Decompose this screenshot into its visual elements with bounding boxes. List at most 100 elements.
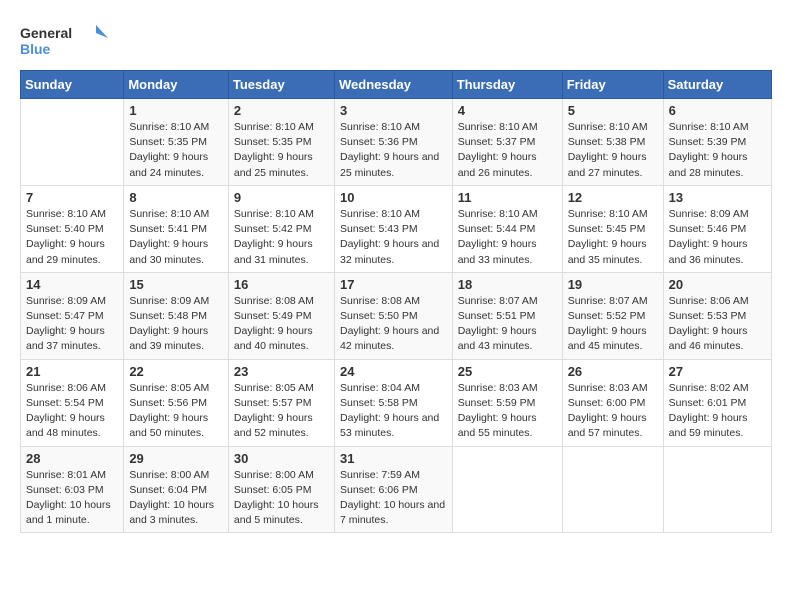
calendar-cell: 12 Sunrise: 8:10 AMSunset: 5:45 PMDayligh… xyxy=(562,185,663,272)
day-info: Sunrise: 8:06 AMSunset: 5:53 PMDaylight:… xyxy=(669,294,766,355)
day-number: 6 xyxy=(669,103,766,118)
calendar-cell: 6Sunrise: 8:10 AMSunset: 5:39 PMDaylight… xyxy=(663,99,771,186)
day-info: Sunrise: 8:09 AMSunset: 5:46 PMDaylight:… xyxy=(669,207,766,268)
calendar-cell: 22Sunrise: 8:05 AMSunset: 5:56 PMDayligh… xyxy=(124,359,229,446)
calendar-cell: 20Sunrise: 8:06 AMSunset: 5:53 PMDayligh… xyxy=(663,272,771,359)
day-header-sunday: Sunday xyxy=(21,71,124,99)
calendar-cell: 23 Sunrise: 8:05 AMSunset: 5:57 PMDayligh… xyxy=(228,359,334,446)
day-info: Sunrise: 8:00 AMSunset: 6:05 PMDaylight:… xyxy=(234,468,329,529)
day-number: 9 xyxy=(234,190,329,205)
day-number: 17 xyxy=(340,277,447,292)
day-number: 19 xyxy=(568,277,658,292)
calendar-cell xyxy=(452,446,562,533)
day-info: Sunrise: 8:05 AMSunset: 5:57 PMDaylight:… xyxy=(234,381,329,442)
day-number: 25 xyxy=(458,364,557,379)
day-info: Sunrise: 7:59 AMSunset: 6:06 PMDaylight:… xyxy=(340,468,447,529)
day-info: Sunrise: 8:10 AMSunset: 5:45 PMDaylight:… xyxy=(568,207,658,268)
day-number: 4 xyxy=(458,103,557,118)
day-info: Sunrise: 8:03 AMSunset: 5:59 PMDaylight:… xyxy=(458,381,557,442)
day-info: Sunrise: 8:06 AMSunset: 5:54 PMDaylight:… xyxy=(26,381,118,442)
day-number: 1 xyxy=(129,103,223,118)
calendar-cell: 31Sunrise: 7:59 AMSunset: 6:06 PMDayligh… xyxy=(334,446,452,533)
day-number: 14 xyxy=(26,277,118,292)
logo: General Blue xyxy=(20,20,110,60)
calendar-cell: 15Sunrise: 8:09 AMSunset: 5:48 PMDayligh… xyxy=(124,272,229,359)
day-info: Sunrise: 8:07 AMSunset: 5:52 PMDaylight:… xyxy=(568,294,658,355)
calendar-cell: 1Sunrise: 8:10 AMSunset: 5:35 PMDaylight… xyxy=(124,99,229,186)
day-info: Sunrise: 8:08 AMSunset: 5:50 PMDaylight:… xyxy=(340,294,447,355)
day-info: Sunrise: 8:00 AMSunset: 6:04 PMDaylight:… xyxy=(129,468,223,529)
day-info: Sunrise: 8:10 AMSunset: 5:41 PMDaylight:… xyxy=(129,207,223,268)
calendar-cell: 25 Sunrise: 8:03 AMSunset: 5:59 PMDayligh… xyxy=(452,359,562,446)
day-info: Sunrise: 8:10 AMSunset: 5:38 PMDaylight:… xyxy=(568,120,658,181)
day-number: 8 xyxy=(129,190,223,205)
day-info: Sunrise: 8:10 AMSunset: 5:42 PMDaylight:… xyxy=(234,207,329,268)
calendar-cell: 17 Sunrise: 8:08 AMSunset: 5:50 PMDayligh… xyxy=(334,272,452,359)
calendar-header-row: SundayMondayTuesdayWednesdayThursdayFrid… xyxy=(21,71,772,99)
calendar-cell: 21 Sunrise: 8:06 AMSunset: 5:54 PMDayligh… xyxy=(21,359,124,446)
calendar-cell: 24 Sunrise: 8:04 AMSunset: 5:58 PMDayligh… xyxy=(334,359,452,446)
day-info: Sunrise: 8:09 AMSunset: 5:48 PMDaylight:… xyxy=(129,294,223,355)
calendar-cell: 18 Sunrise: 8:07 AMSunset: 5:51 PMDayligh… xyxy=(452,272,562,359)
day-number: 13 xyxy=(669,190,766,205)
day-number: 30 xyxy=(234,451,329,466)
day-info: Sunrise: 8:09 AMSunset: 5:47 PMDaylight:… xyxy=(26,294,118,355)
day-info: Sunrise: 8:10 AMSunset: 5:36 PMDaylight:… xyxy=(340,120,447,181)
calendar-cell: 13 Sunrise: 8:09 AMSunset: 5:46 PMDayligh… xyxy=(663,185,771,272)
day-info: Sunrise: 8:10 AMSunset: 5:35 PMDaylight:… xyxy=(234,120,329,181)
day-number: 27 xyxy=(669,364,766,379)
calendar-cell: 26 Sunrise: 8:03 AMSunset: 6:00 PMDayligh… xyxy=(562,359,663,446)
day-header-monday: Monday xyxy=(124,71,229,99)
day-info: Sunrise: 8:10 AMSunset: 5:44 PMDaylight:… xyxy=(458,207,557,268)
calendar-week-4: 21 Sunrise: 8:06 AMSunset: 5:54 PMDayligh… xyxy=(21,359,772,446)
calendar-table: SundayMondayTuesdayWednesdayThursdayFrid… xyxy=(20,70,772,533)
calendar-cell: 19 Sunrise: 8:07 AMSunset: 5:52 PMDayligh… xyxy=(562,272,663,359)
calendar-week-1: 1 Sunrise: 8:10 AMSunset: 5:35 PMDaylight… xyxy=(21,99,772,186)
calendar-cell: 7 Sunrise: 8:10 AMSunset: 5:40 PMDaylight… xyxy=(21,185,124,272)
calendar-cell: 11 Sunrise: 8:10 AMSunset: 5:44 PMDayligh… xyxy=(452,185,562,272)
day-info: Sunrise: 8:08 AMSunset: 5:49 PMDaylight:… xyxy=(234,294,329,355)
svg-text:Blue: Blue xyxy=(20,41,51,57)
day-header-wednesday: Wednesday xyxy=(334,71,452,99)
day-info: Sunrise: 8:01 AMSunset: 6:03 PMDaylight:… xyxy=(26,468,118,529)
calendar-cell: 28 Sunrise: 8:01 AMSunset: 6:03 PMDayligh… xyxy=(21,446,124,533)
calendar-cell: 2Sunrise: 8:10 AMSunset: 5:35 PMDaylight… xyxy=(228,99,334,186)
day-header-thursday: Thursday xyxy=(452,71,562,99)
logo-svg: General Blue xyxy=(20,20,110,60)
day-number: 28 xyxy=(26,451,118,466)
calendar-week-5: 28 Sunrise: 8:01 AMSunset: 6:03 PMDayligh… xyxy=(21,446,772,533)
day-number: 16 xyxy=(234,277,329,292)
day-number: 24 xyxy=(340,364,447,379)
calendar-cell: 10 Sunrise: 8:10 AMSunset: 5:43 PMDayligh… xyxy=(334,185,452,272)
day-info: Sunrise: 8:02 AMSunset: 6:01 PMDaylight:… xyxy=(669,381,766,442)
calendar-cell: 30 Sunrise: 8:00 AMSunset: 6:05 PMDayligh… xyxy=(228,446,334,533)
calendar-cell: 8 Sunrise: 8:10 AMSunset: 5:41 PMDaylight… xyxy=(124,185,229,272)
day-number: 18 xyxy=(458,277,557,292)
calendar-cell: 9 Sunrise: 8:10 AMSunset: 5:42 PMDaylight… xyxy=(228,185,334,272)
calendar-cell: 4 Sunrise: 8:10 AMSunset: 5:37 PMDaylight… xyxy=(452,99,562,186)
day-info: Sunrise: 8:10 AMSunset: 5:43 PMDaylight:… xyxy=(340,207,447,268)
day-number: 10 xyxy=(340,190,447,205)
day-number: 26 xyxy=(568,364,658,379)
calendar-cell xyxy=(21,99,124,186)
day-info: Sunrise: 8:07 AMSunset: 5:51 PMDaylight:… xyxy=(458,294,557,355)
calendar-cell: 14 Sunrise: 8:09 AMSunset: 5:47 PMDayligh… xyxy=(21,272,124,359)
day-number: 29 xyxy=(129,451,223,466)
day-number: 21 xyxy=(26,364,118,379)
header: General Blue xyxy=(20,20,772,60)
calendar-cell: 16 Sunrise: 8:08 AMSunset: 5:49 PMDayligh… xyxy=(228,272,334,359)
day-info: Sunrise: 8:03 AMSunset: 6:00 PMDaylight:… xyxy=(568,381,658,442)
day-number: 7 xyxy=(26,190,118,205)
day-number: 12 xyxy=(568,190,658,205)
day-number: 11 xyxy=(458,190,557,205)
day-info: Sunrise: 8:04 AMSunset: 5:58 PMDaylight:… xyxy=(340,381,447,442)
day-number: 5 xyxy=(568,103,658,118)
day-info: Sunrise: 8:10 AMSunset: 5:40 PMDaylight:… xyxy=(26,207,118,268)
day-info: Sunrise: 8:10 AMSunset: 5:37 PMDaylight:… xyxy=(458,120,557,181)
day-header-friday: Friday xyxy=(562,71,663,99)
svg-text:General: General xyxy=(20,25,72,41)
day-number: 23 xyxy=(234,364,329,379)
day-header-tuesday: Tuesday xyxy=(228,71,334,99)
calendar-cell: 5 Sunrise: 8:10 AMSunset: 5:38 PMDaylight… xyxy=(562,99,663,186)
calendar-cell xyxy=(663,446,771,533)
